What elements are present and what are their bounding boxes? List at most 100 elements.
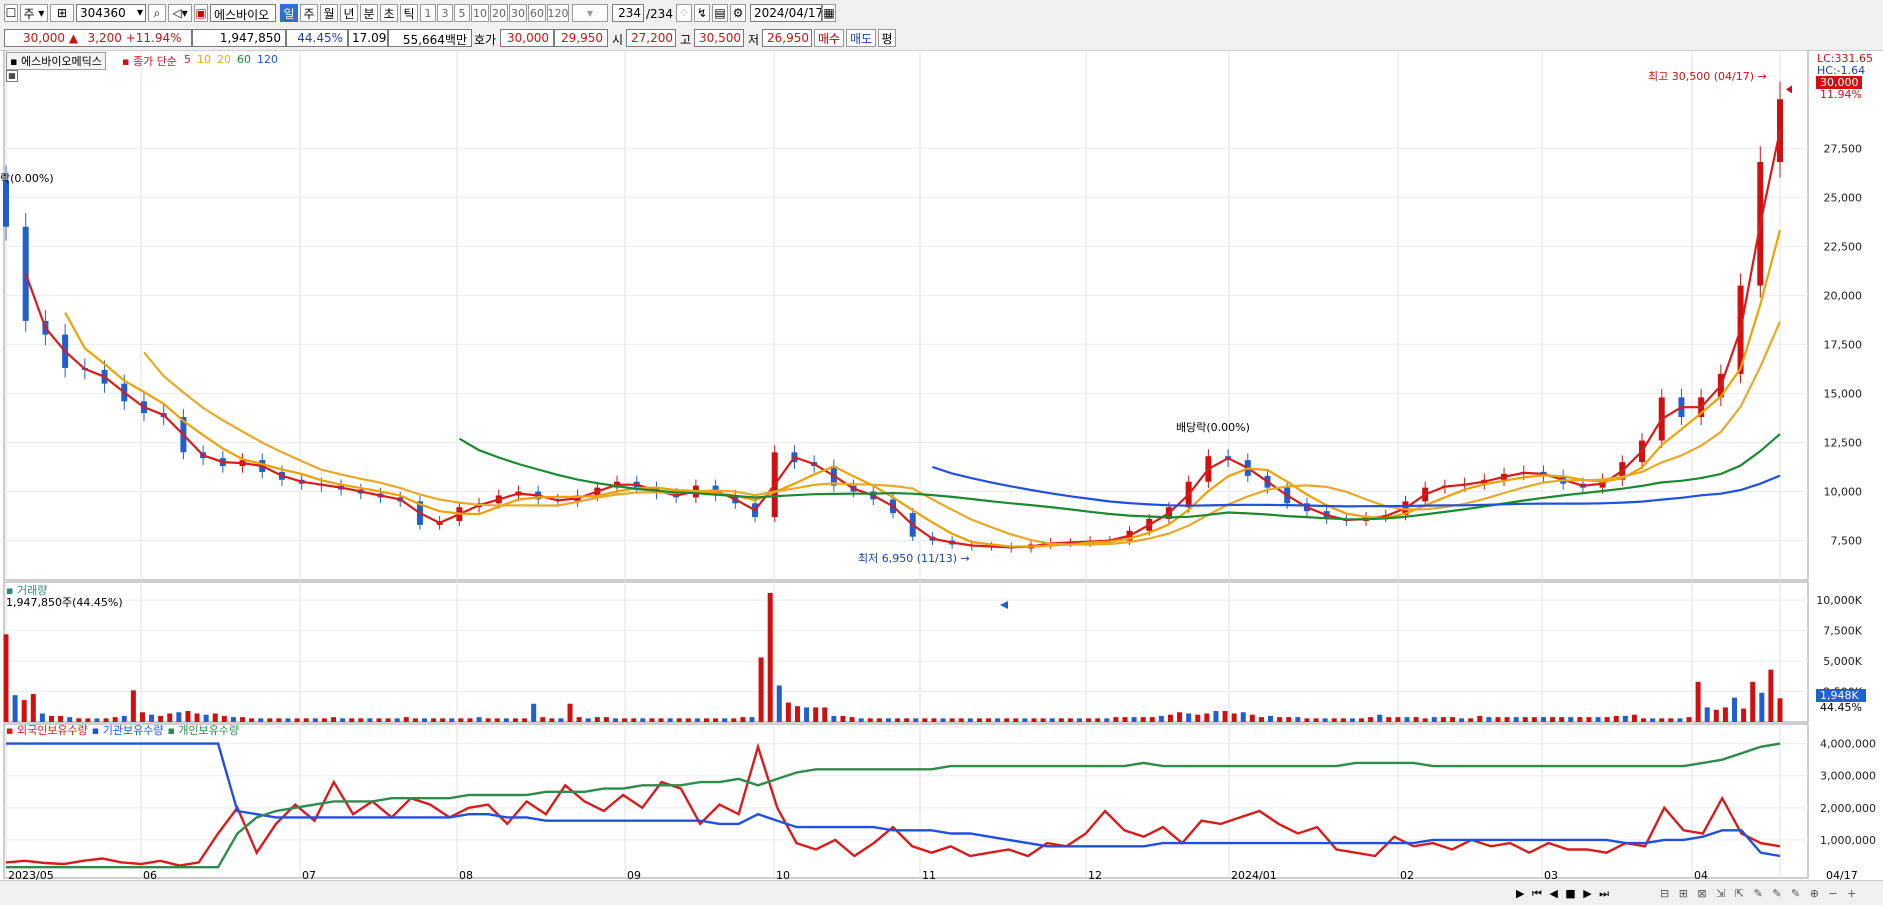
interval-button-6[interactable]: 60 — [528, 4, 546, 22]
stock-label: ▪ 에스바이오메딕스 — [6, 52, 106, 70]
sell-button[interactable]: 매도 — [846, 29, 876, 47]
interval-select[interactable]: ▾ — [572, 4, 608, 22]
vol-tick-2: 7,500K — [1823, 625, 1862, 638]
vol-bar-37 — [340, 718, 346, 722]
code-input[interactable]: 304360 ▾ — [76, 4, 146, 22]
tool-icons[interactable]: ⊟ ⊞ ⊠ ⇲ ⇱ ✎ ✎ ✎ ⊕ − + — [1660, 887, 1859, 900]
period-select-label: 주 — [23, 6, 35, 21]
vol-bar-81 — [740, 717, 746, 722]
refresh-icon[interactable]: ↯ — [694, 4, 710, 22]
vol-bar-129 — [1177, 712, 1183, 722]
interval-button-5[interactable]: 30 — [509, 4, 527, 22]
panel-2 — [3, 581, 1809, 723]
date-input[interactable]: 2024/04/17 — [750, 4, 822, 22]
search-icon[interactable]: ⌕ — [148, 4, 166, 22]
vol-bar-186 — [1695, 681, 1701, 722]
vol-bar-194 — [1768, 669, 1774, 722]
speaker-icon[interactable]: ◁▾ — [168, 4, 192, 22]
interval-button-4[interactable]: 20 — [490, 4, 508, 22]
x-label-12: 04/17 — [1826, 869, 1858, 882]
vol-bar-77 — [704, 718, 710, 722]
save-icon[interactable]: ▤ — [712, 4, 728, 22]
vol-bar-82 — [749, 717, 755, 722]
vol-bar-123 — [1122, 717, 1128, 722]
vol-bar-131 — [1195, 714, 1201, 722]
change-arrow: ▲ — [68, 31, 79, 45]
hold-tick-1: 2,000,000 — [1820, 802, 1876, 815]
vol-bar-64 — [585, 718, 591, 722]
vol-bar-113 — [1031, 718, 1037, 722]
x-label-4: 09 — [627, 869, 641, 882]
vol-bar-65 — [594, 717, 600, 722]
vol-bar-55 — [503, 718, 509, 722]
favorite-icon[interactable]: ▣ — [194, 4, 208, 22]
vol-bar-41 — [376, 718, 382, 722]
vol-bar-169 — [1540, 717, 1546, 722]
vol-bar-188 — [1713, 709, 1719, 722]
buy-button[interactable]: 매수 — [814, 29, 844, 47]
interval-button-2[interactable]: 5 — [454, 4, 470, 22]
vol-bar-28 — [258, 718, 264, 722]
eval-button[interactable]: 평 — [878, 29, 896, 47]
vol-bar-2 — [21, 700, 27, 722]
vol-bar-193 — [1759, 692, 1765, 722]
price-change: 3,200 — [87, 31, 122, 45]
period-button-0[interactable]: 일 — [280, 4, 298, 22]
vol-bar-58 — [531, 703, 537, 722]
vol-bar-98 — [895, 718, 901, 722]
vol-bar-35 — [321, 718, 327, 722]
period-button-1[interactable]: 주 — [300, 4, 318, 22]
period-select[interactable]: 주 ▾ — [20, 4, 48, 22]
interval-button-0[interactable]: 1 — [420, 4, 436, 22]
price-tick-6: 22,500 — [1824, 240, 1863, 253]
vol-bar-157 — [1431, 717, 1437, 722]
zoom-icon[interactable]: ⁘ — [676, 4, 692, 22]
x-label-3: 08 — [459, 869, 473, 882]
interval-button-7[interactable]: 120 — [547, 4, 569, 22]
bottom-bar: 2023/05 06 07 08 09 10 11 12 2024/01 02 03 04 04/17 … — [0, 869, 1883, 905]
vol-bar-20 — [185, 711, 191, 722]
gear-icon[interactable]: ⚙ — [730, 4, 746, 22]
vol-bar-106 — [967, 718, 973, 722]
menu-icon[interactable]: ☐ — [4, 4, 18, 22]
vol-bar-108 — [986, 718, 992, 722]
vol-bar-174 — [1586, 717, 1592, 722]
vol-bar-153 — [1395, 717, 1401, 722]
hold-tick-3: 4,000,000 — [1820, 738, 1876, 751]
x-label-10: 03 — [1544, 869, 1558, 882]
ma-legend-10: 10 — [197, 53, 211, 66]
vol-bar-66 — [603, 717, 609, 722]
grid-toggle-icon[interactable]: ▦ — [6, 70, 18, 82]
stock-name-field[interactable]: 에스바이오 — [210, 4, 276, 22]
period-button-5[interactable]: 초 — [380, 4, 398, 22]
open-label: 시 — [612, 33, 624, 47]
interval-button-1[interactable]: 3 — [437, 4, 453, 22]
vol-bar-59 — [540, 717, 546, 722]
lock-icon[interactable]: ⊞ — [50, 4, 74, 22]
vol-bar-134 — [1222, 711, 1228, 722]
interval-button-3[interactable]: 10 — [471, 4, 489, 22]
vol-bar-158 — [1440, 717, 1446, 722]
vol-bar-109 — [995, 718, 1001, 722]
period-button-2[interactable]: 월 — [320, 4, 338, 22]
period-button-4[interactable]: 분 — [360, 4, 378, 22]
vol-bar-0 — [3, 634, 9, 722]
vol-bar-148 — [1349, 718, 1355, 722]
vol-bar-136 — [1240, 712, 1246, 722]
vol-bar-15 — [139, 712, 145, 722]
vol-bar-145 — [1322, 718, 1328, 722]
x-label-9: 02 — [1400, 869, 1414, 882]
calendar-icon[interactable]: ▦ — [822, 4, 836, 22]
ma-label-text: 종가 단순 — [132, 55, 177, 68]
period-button-6[interactable]: 틱 — [400, 4, 418, 22]
period-button-3[interactable]: 년 — [340, 4, 358, 22]
scroll-buttons[interactable]: ▶ ⏮ ◀ ■ ▶ ⏭ — [1516, 887, 1611, 901]
price-tick-0: 7,500 — [1831, 535, 1863, 548]
vol-bar-76 — [694, 718, 700, 722]
vol-bar-144 — [1313, 718, 1319, 722]
vol-bar-137 — [1249, 714, 1255, 722]
vol-bar-48 — [440, 718, 446, 722]
count-input[interactable]: 234 — [612, 4, 644, 22]
low-box: 26,950 — [762, 29, 812, 47]
vol-bar-151 — [1377, 714, 1383, 722]
